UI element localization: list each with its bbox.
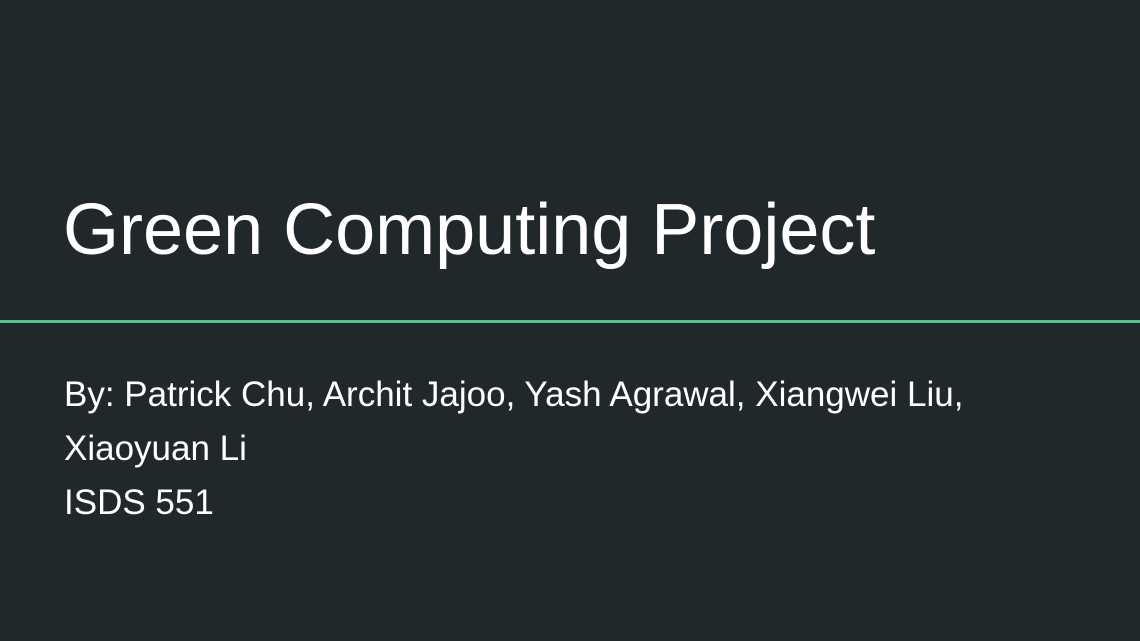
slide-title: Green Computing Project xyxy=(63,190,876,270)
course-code: ISDS 551 xyxy=(64,483,214,522)
title-slide: Green Computing Project By: Patrick Chu,… xyxy=(0,0,1140,641)
accent-divider xyxy=(0,320,1140,323)
authors-line: By: Patrick Chu, Archit Jajoo, Yash Agra… xyxy=(64,375,964,414)
authors-line-continued: Xiaoyuan Li xyxy=(64,429,247,468)
slide-subtitle: By: Patrick Chu, Archit Jajoo, Yash Agra… xyxy=(64,368,1124,530)
